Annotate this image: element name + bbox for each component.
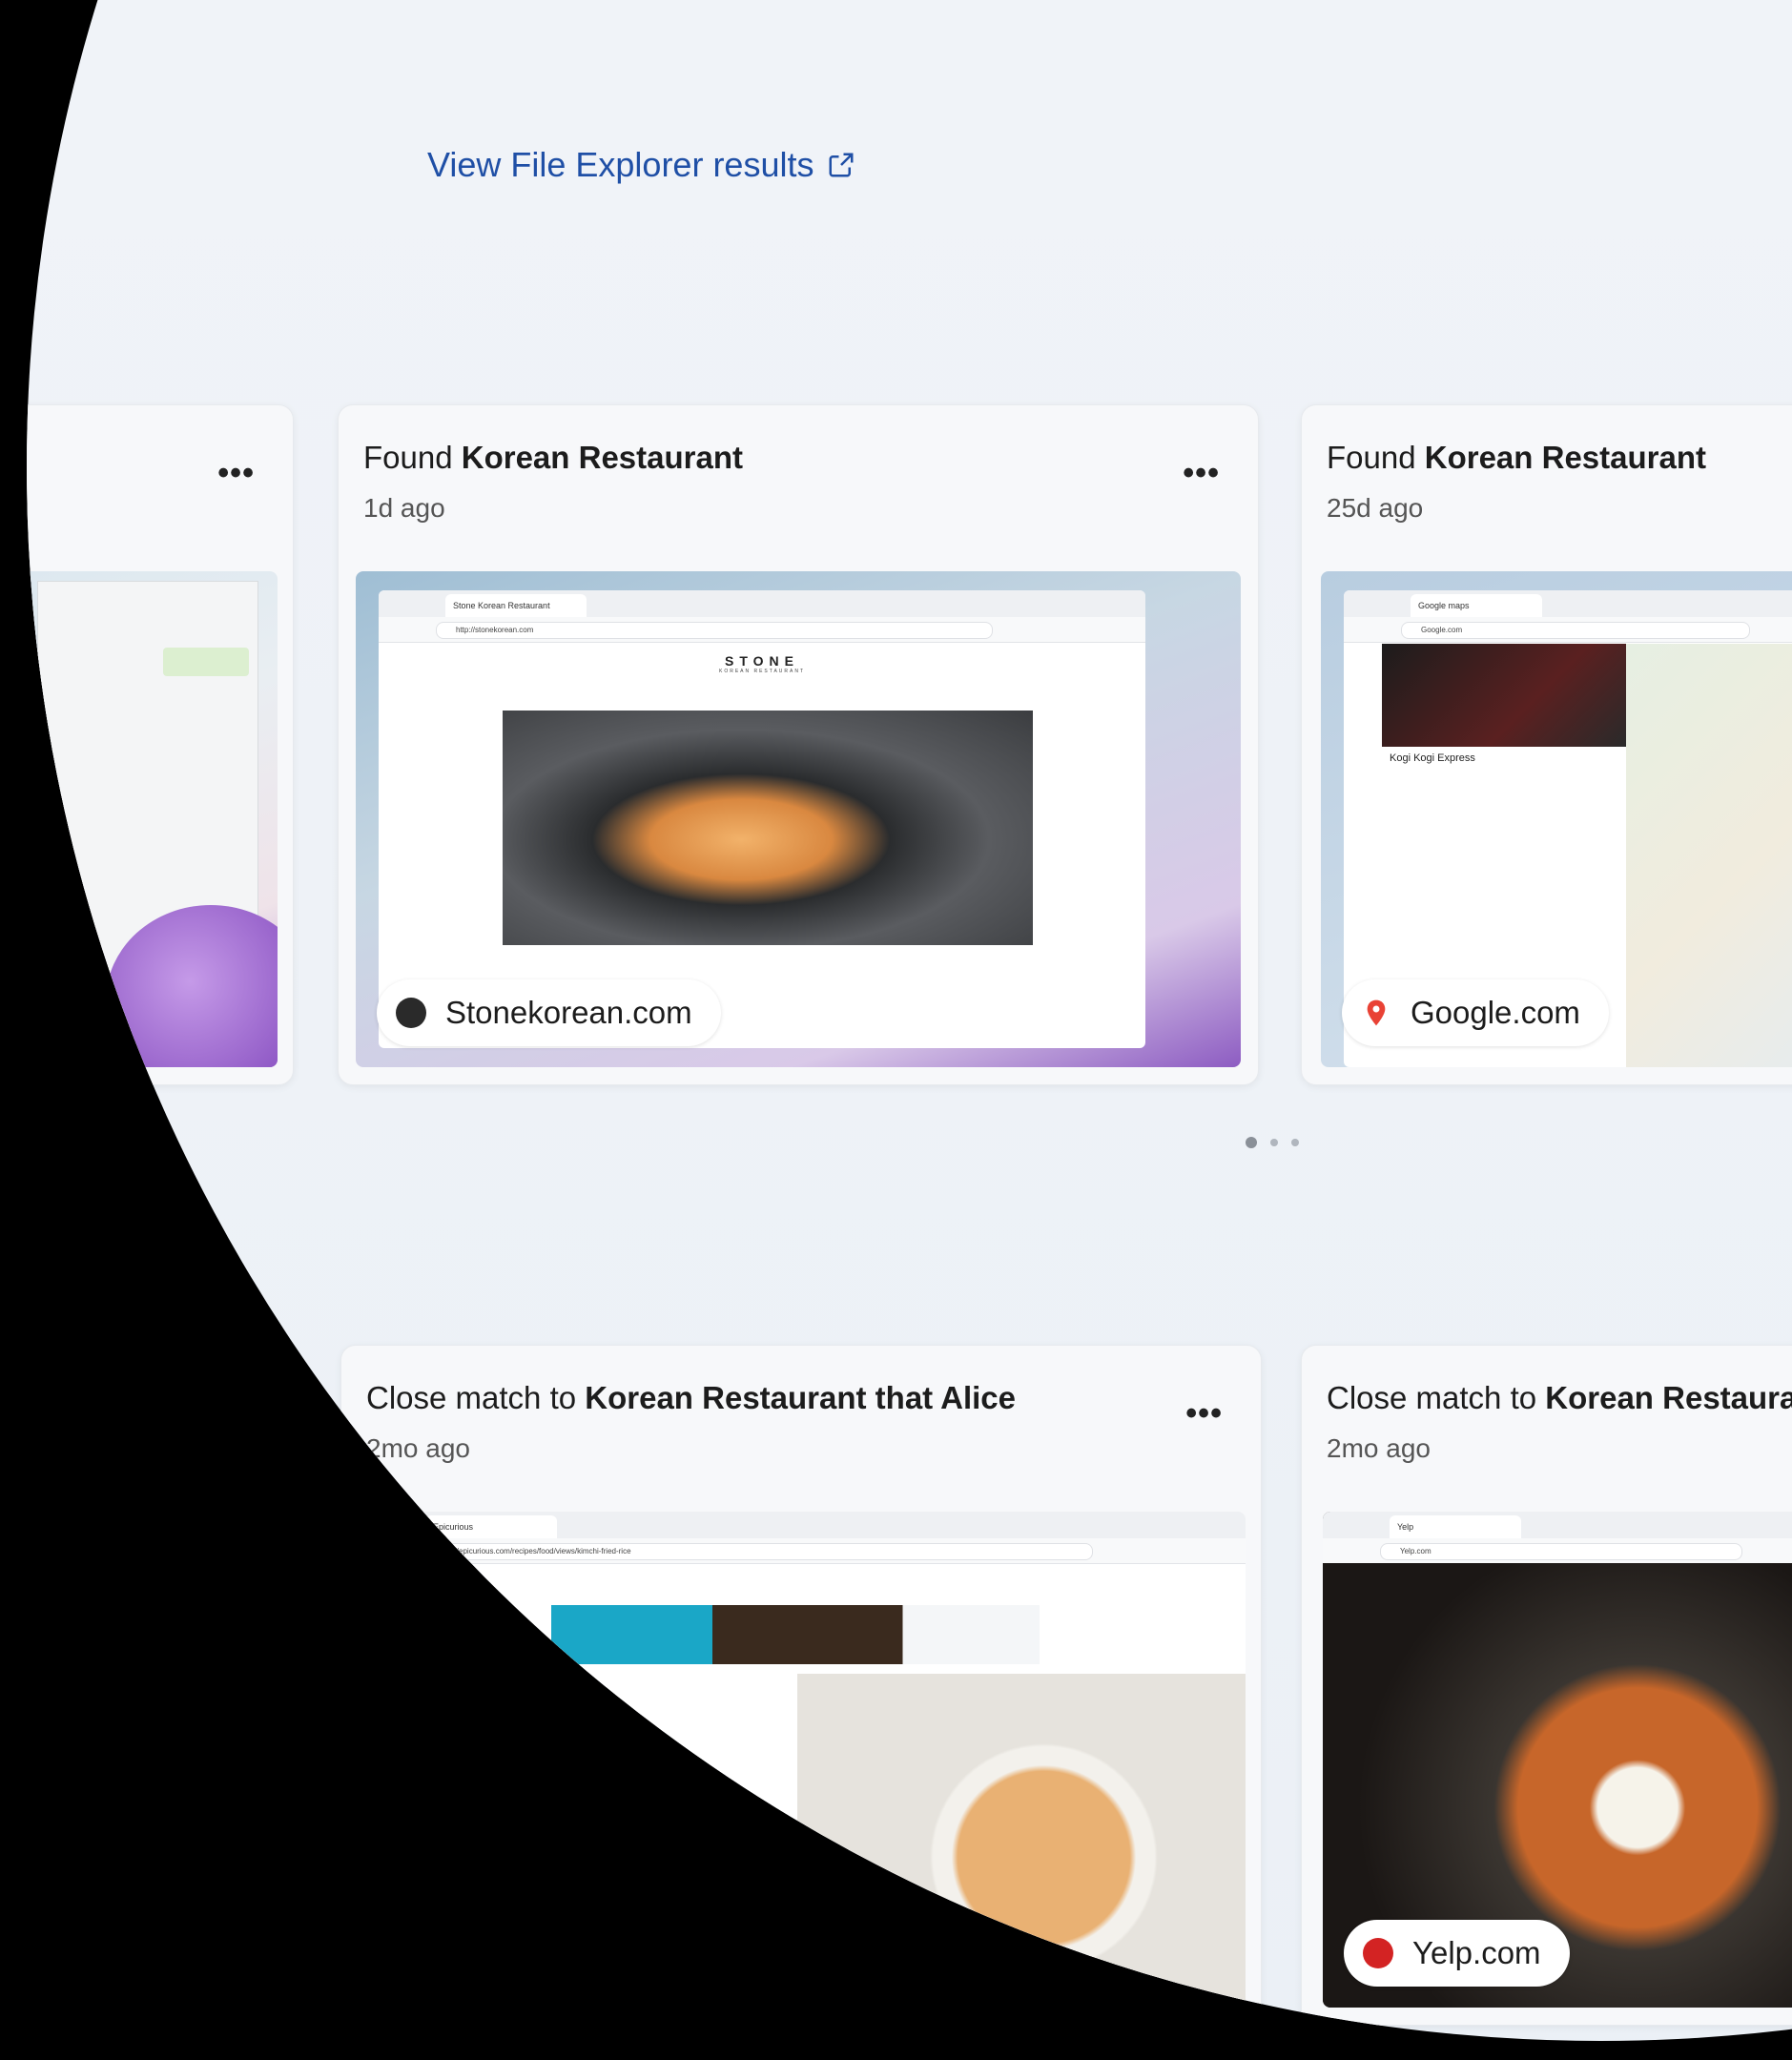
browser-address-bar: Yelp.com [1323,1538,1792,1564]
url-field: http://stonekorean.com [436,622,993,639]
browser-tab-bar: Stone Korean Restaurant [379,590,1145,618]
result-title-prefix: Found [1327,440,1425,475]
epicurious-site-icon [399,1938,429,1968]
result-time: 2mo ago [1327,1433,1431,1463]
source-chip[interactable]: Stonekorean.com [377,979,721,1046]
browser-address-bar: https://epicurious.com/recipes/food/view… [359,1538,1246,1564]
browser-tab: Stone Korean Restaurant [445,594,587,617]
search-results-view: View File Explorer results ••• Found Kor… [27,0,1792,2041]
result-time: 2mo ago [366,1433,470,1463]
stone-brand-sub: KOREAN RESTAURANT [718,669,806,674]
epicurious-logo: epicurious [380,1567,448,1583]
browser-tab-bar: Yelp [1323,1512,1792,1539]
result-title-query: Korean Restaurant [1424,440,1706,475]
result-title-query: Korean Restaurant [461,440,743,475]
result-card[interactable]: Found Korean Restaurant 25d ago Google m… [1301,404,1792,1085]
result-title-prefix: Close match to [1327,1380,1546,1415]
view-file-explorer-link[interactable]: View File Explorer results [427,145,855,185]
browser-tab: Epicurious [425,1515,557,1538]
result-thumbnail: Stone Korean Restaurant http://stonekore… [356,571,1241,1067]
result-title: Found Korean Restaurant [1327,440,1706,476]
ad-banner [551,1605,1040,1664]
result-thumbnail [27,571,278,1067]
map-area [1626,644,1792,1067]
result-card-partial[interactable]: ••• [27,404,294,1085]
source-chip[interactable]: Google.com [1342,979,1609,1046]
source-label: Google.com [1411,995,1580,1030]
url-field: Yelp.com [1380,1543,1742,1560]
place-photo [1382,644,1626,747]
result-card[interactable]: Close match to Korean Restaurant that Al… [340,1345,1262,2026]
result-title-query: Korean Restaurant that Alice [585,1380,1016,1415]
result-title-prefix: Close match to [366,1380,586,1415]
url-field: Google.com [1401,622,1750,639]
more-options-button[interactable]: ••• [1183,455,1220,492]
result-thumbnail: Epicurious https://epicurious.com/recipe… [359,1512,1246,2008]
view-file-explorer-label: View File Explorer results [427,145,814,184]
carousel-pager[interactable] [1246,1137,1299,1148]
browser-tab: Google maps [1411,594,1542,617]
pager-dot[interactable] [1270,1139,1278,1146]
browser-tab: Yelp [1390,1515,1521,1538]
source-label: Stonekorean.com [445,995,692,1030]
browser-address-bar: Google.com [1344,617,1792,643]
result-thumbnail [27,1512,278,2008]
result-title-prefix: Found [363,440,462,475]
result-title: Found Korean Restaurant [363,440,743,476]
external-link-icon [829,153,854,177]
google-maps-pin-icon [1367,999,1386,1026]
result-thumbnail: Google maps Google.com Kogi Kogi Express… [1321,571,1792,1067]
result-title: Close match to Korean Restaurant that Al… [366,1380,1016,1416]
browser-tab-bar: Google maps [1344,590,1792,618]
source-chip[interactable]: Yelp.com [1344,1920,1570,1987]
pager-dot[interactable] [1246,1137,1257,1148]
browser-tab-bar: Epicurious [359,1512,1246,1539]
food-photo [797,1674,1246,2008]
pager-dot[interactable] [1291,1139,1299,1146]
browser-address-bar: http://stonekorean.com [379,617,1145,643]
result-title: Close match to Korean Restaura [1327,1380,1792,1416]
result-card[interactable]: Found Korean Restaurant 1d ago ••• Stone… [338,404,1259,1085]
more-options-button[interactable]: ••• [1185,1395,1223,1432]
hero-food-image [503,711,1033,945]
stone-logo: STONE KOREAN RESTAURANT [379,653,1145,674]
source-label: Yelp.com [1412,1935,1541,1970]
recipe-title: Kimchi Fried Rice [454,1855,650,1883]
source-label: Epicurious.com [448,1935,664,1970]
result-card-partial[interactable]: ••• [27,1345,294,2026]
more-options-button[interactable]: ••• [217,1395,255,1432]
yelp-site-icon [1363,1938,1393,1968]
result-title-query: Korean Restaura [1545,1380,1792,1415]
place-name: Kogi Kogi Express [1390,752,1475,764]
result-thumbnail: Yelp Yelp.com Yelp.com [1323,1512,1792,2008]
stonekorean-site-icon [396,998,426,1028]
source-chip[interactable]: Epicurious.com [380,1920,692,1987]
result-time: 25d ago [1327,493,1424,523]
result-card[interactable]: Close match to Korean Restaura 2mo ago Y… [1301,1345,1792,2026]
result-time: 1d ago [363,493,445,523]
stone-brand-text: STONE [725,653,799,669]
url-field: https://epicurious.com/recipes/food/view… [416,1543,1093,1560]
more-options-button[interactable]: ••• [217,455,255,492]
